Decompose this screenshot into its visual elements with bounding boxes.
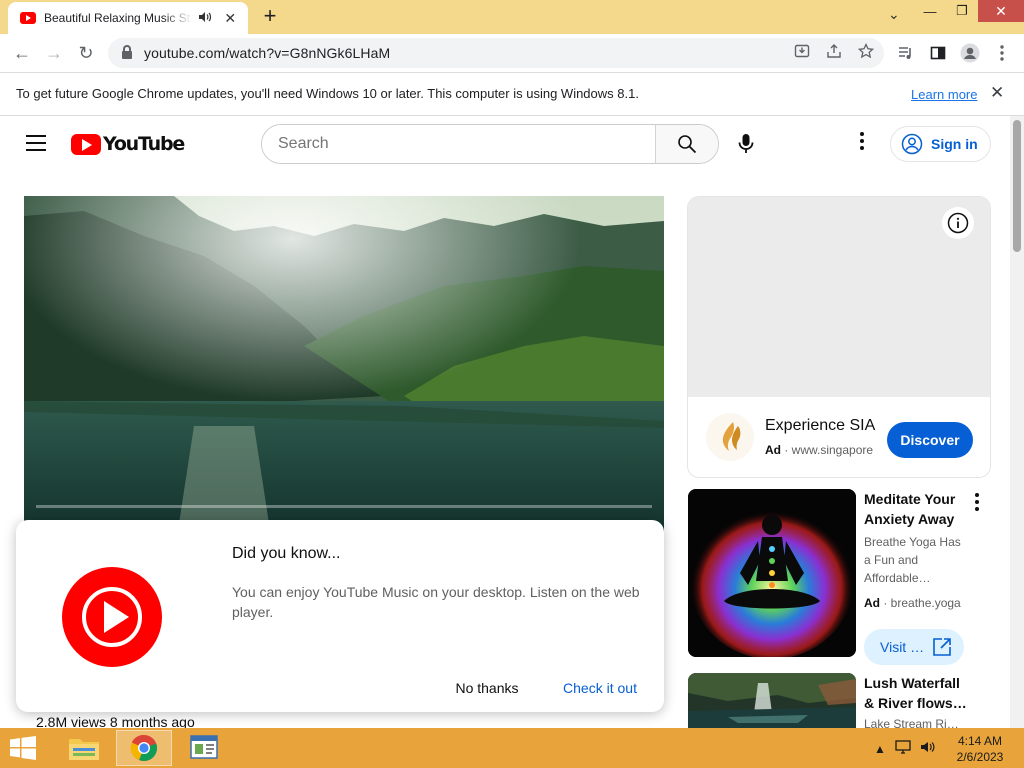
youtube-music-promo-dialog: Did you know... You can enjoy YouTube Mu… (16, 520, 664, 712)
taskbar-clock[interactable]: 4:14 AM 2/6/2023 (948, 733, 1012, 765)
side-panel-icon[interactable] (926, 41, 950, 65)
infobar-message: To get future Google Chrome updates, you… (16, 86, 639, 101)
restore-button[interactable]: ❐ (946, 0, 978, 22)
no-thanks-button[interactable]: No thanks (446, 670, 528, 706)
chrome-taskbar-icon[interactable] (116, 730, 172, 766)
ad-badge: Ad (765, 443, 781, 457)
chrome-menu-icon[interactable] (990, 41, 1014, 65)
sign-in-label: Sign in (931, 136, 978, 152)
next-video-title-line1: Lush Waterfall (864, 675, 960, 691)
video-frame-image (24, 196, 664, 556)
display-ad-card[interactable]: Experience SIA Ad · www.singapore Discov… (687, 196, 991, 478)
clock-date: 2/6/2023 (956, 750, 1004, 764)
ad-domain: www.singapore (791, 443, 874, 457)
infobar-close-icon[interactable]: ✕ (990, 83, 1004, 103)
update-infobar: To get future Google Chrome updates, you… (0, 72, 1024, 116)
visit-site-button[interactable]: Visit … (864, 629, 964, 665)
check-it-out-button[interactable]: Check it out (551, 670, 649, 706)
control-panel-icon[interactable] (176, 730, 232, 766)
ad-info-icon[interactable] (942, 207, 974, 239)
tab-close-icon[interactable]: ✕ (222, 10, 238, 27)
browser-tab[interactable]: Beautiful Relaxing Music Stre ✕ (8, 2, 248, 34)
discover-button[interactable]: Discover (887, 422, 973, 458)
search-box (261, 124, 719, 164)
back-button[interactable]: ← (10, 41, 34, 65)
search-input[interactable] (262, 125, 655, 163)
sign-in-button[interactable]: Sign in (890, 126, 991, 162)
minimize-button[interactable]: — (914, 0, 946, 22)
ad-title[interactable]: Experience SIA (765, 417, 875, 435)
system-tray: ▲ (874, 740, 945, 757)
new-tab-button[interactable]: + (258, 5, 282, 29)
card-more-icon[interactable] (971, 493, 983, 511)
sponsored-domain: breathe.yoga (890, 596, 961, 610)
sponsored-ad-line: Ad · breathe.yoga (864, 596, 961, 610)
video-player[interactable] (24, 196, 664, 556)
speaker-icon[interactable] (198, 11, 212, 26)
search-button[interactable] (655, 125, 718, 163)
youtube-music-logo-icon (62, 567, 162, 667)
tab-search-icon[interactable]: ⌄ (888, 6, 900, 23)
meditation-ad-thumbnail[interactable] (688, 489, 856, 657)
waterfall-video-thumbnail[interactable] (688, 673, 856, 728)
video-view-count: 2.8M views 8 months ago (36, 714, 195, 728)
bookmark-star-icon[interactable] (856, 42, 876, 63)
learn-more-link[interactable]: Learn more (911, 87, 977, 102)
settings-more-icon[interactable] (852, 132, 872, 156)
next-video-title[interactable]: Lush Waterfall & River flows I… (864, 673, 968, 713)
ad-sponsor-line: Ad · www.singapore (765, 443, 874, 457)
youtube-page: YouTube Sign in (0, 116, 1024, 728)
url-text[interactable]: youtube.com/watch?v=G8nNGk6LHaM (144, 45, 390, 61)
show-hidden-icons-icon[interactable]: ▲ (874, 742, 886, 756)
share-icon[interactable] (824, 43, 844, 63)
browser-toolbar: ← → ↻ youtube.com/watch?v=G8nNGk6LHaM (0, 34, 1024, 72)
search-icon (678, 135, 697, 154)
media-control-icon[interactable] (894, 41, 918, 65)
visit-label: Visit … (880, 639, 925, 655)
menu-icon[interactable] (26, 135, 46, 151)
youtube-logo-icon (71, 133, 101, 155)
ad-badge: Ad (864, 596, 880, 610)
sponsored-video-title[interactable]: Meditate Your Anxiety Away (864, 489, 968, 529)
youtube-favicon-icon (20, 12, 36, 24)
install-app-icon[interactable] (792, 43, 812, 63)
video-progress-bar[interactable] (36, 505, 652, 508)
reload-button[interactable]: ↻ (74, 41, 98, 65)
next-video-channel: Lake Stream Riv… (864, 717, 964, 728)
profile-avatar-icon[interactable] (958, 41, 982, 65)
network-icon[interactable] (895, 740, 911, 757)
volume-icon[interactable] (920, 740, 936, 757)
clock-time: 4:14 AM (957, 734, 1003, 748)
singapore-airlines-logo-icon (706, 413, 754, 461)
youtube-logo-text: YouTube (103, 133, 185, 155)
close-window-button[interactable]: ✕ (978, 0, 1024, 22)
page-scrollbar[interactable] (1010, 116, 1024, 728)
windows-taskbar: ▲ 4:14 AM 2/6/2023 (0, 728, 1024, 768)
youtube-logo[interactable]: YouTube (71, 133, 185, 155)
tab-title: Beautiful Relaxing Music Stre (44, 11, 193, 25)
browser-tab-strip: Beautiful Relaxing Music Stre ✕ + ⌄ — ❐ … (0, 0, 1024, 34)
scrollbar-thumb[interactable] (1013, 120, 1021, 252)
account-circle-icon (901, 133, 923, 155)
sponsored-video-description: Breathe Yoga Has a Fun and Affordable… (864, 535, 961, 585)
address-bar[interactable]: youtube.com/watch?v=G8nNGk6LHaM (108, 38, 884, 68)
forward-button[interactable]: → (42, 41, 66, 65)
file-explorer-icon[interactable] (56, 730, 112, 766)
promo-body: You can enjoy YouTube Music on your desk… (232, 584, 640, 620)
lock-icon[interactable] (122, 45, 132, 59)
voice-search-mic-icon[interactable] (733, 131, 759, 157)
next-video-title-line2: & River flows I… (864, 695, 968, 711)
promo-title: Did you know... (232, 545, 341, 562)
windows-start-icon[interactable] (8, 736, 38, 760)
external-link-icon (933, 638, 951, 656)
